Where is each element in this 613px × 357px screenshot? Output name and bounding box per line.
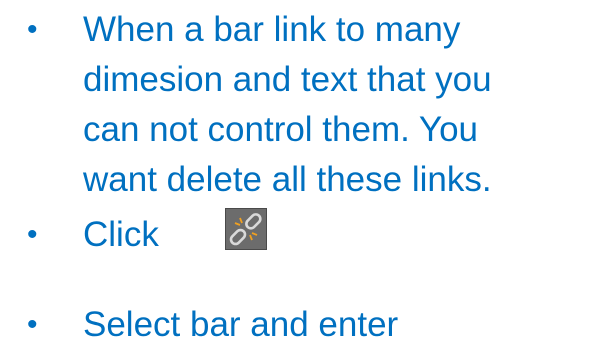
bullet-marker: • [27,308,38,341]
bullet-line: can not control them. You [83,110,478,149]
bullet-text: Click [83,215,159,254]
bullet-item-click: • Click [0,210,613,260]
bullet-text: When a bar link to many dimesion and tex… [83,5,492,205]
bullet-item-delete-links: • When a bar link to many dimesion and t… [0,5,613,205]
bullet-marker: • [27,13,38,46]
break-link-icon[interactable] [225,208,267,250]
bullet-line: want delete all these links. [83,160,492,199]
slide-body: • When a bar link to many dimesion and t… [0,0,613,357]
bullet-item-select-bar: • Select bar and enter [0,300,613,350]
bullet-line: dimesion and text that you [83,60,492,99]
bullet-line: When a bar link to many [83,10,461,49]
bullet-marker: • [27,218,38,251]
bullet-text: Select bar and enter [83,305,399,344]
